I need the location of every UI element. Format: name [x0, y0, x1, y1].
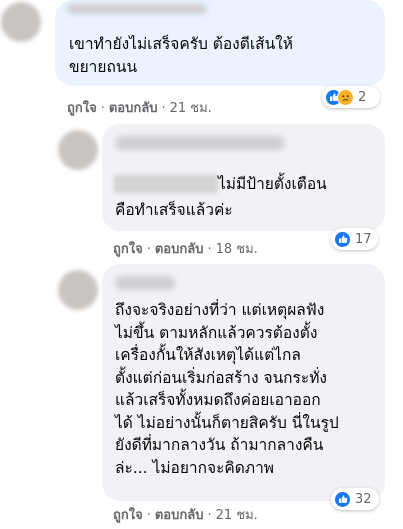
reaction-count: 2 [358, 89, 367, 105]
comment-bubble: เขาทำยังไม่เสร็จครับ ต้องตีเส้นให้ ขยายถ… [55, 0, 385, 86]
avatar[interactable] [58, 270, 98, 310]
mention-tag[interactable] [114, 175, 218, 193]
reaction-summary[interactable]: 32 [331, 488, 379, 510]
like-link[interactable]: ถูกใจ [113, 242, 143, 257]
commenter-name[interactable] [115, 136, 285, 150]
timestamp[interactable]: 21 ชม. [216, 508, 258, 523]
reply-link[interactable]: ตอบกลับ [155, 508, 204, 523]
commenter-name[interactable] [115, 276, 175, 290]
like-icon [334, 230, 351, 248]
like-link[interactable]: ถูกใจ [67, 101, 97, 116]
timestamp[interactable]: 18 ชม. [216, 242, 258, 257]
like-link[interactable]: ถูกใจ [113, 508, 143, 523]
comment-actions: ถูกใจ · ตอบกลับ · 21 ชม. [67, 101, 212, 116]
commenter-name[interactable] [67, 4, 207, 14]
reaction-summary[interactable]: 17 [331, 228, 378, 250]
avatar[interactable] [58, 130, 98, 170]
reaction-summary[interactable]: 2 [322, 86, 380, 108]
comment-text-line2: คือทำเสร็จแล้วค่ะ [115, 201, 233, 219]
reaction-count: 32 [355, 491, 372, 507]
reaction-count: 17 [355, 231, 372, 247]
comment-text: ถึงจะจริงอย่างที่ว่า แต่เหตุผลฟัง ไม่ขึ้… [115, 301, 339, 477]
comment-text: เขาทำยังไม่เสร็จครับ ต้องตีเส้นให้ ขยายถ… [69, 35, 293, 76]
comment-text: ไม่มีป้ายตั้งเตือน [218, 175, 327, 193]
reply-link[interactable]: ตอบกลับ [109, 101, 158, 116]
comment-bubble: ถึงจะจริงอย่างที่ว่า แต่เหตุผลฟัง ไม่ขึ้… [102, 264, 385, 501]
comment-bubble: ไม่มีป้ายตั้งเตือน คือทำเสร็จแล้วค่ะ [102, 124, 385, 231]
timestamp[interactable]: 21 ชม. [170, 101, 212, 116]
comment-actions: ถูกใจ · ตอบกลับ · 21 ชม. [113, 508, 258, 523]
avatar[interactable] [1, 2, 41, 42]
reply-link[interactable]: ตอบกลับ [155, 242, 204, 257]
like-icon [334, 490, 351, 508]
sad-icon [337, 88, 354, 106]
comment-actions: ถูกใจ · ตอบกลับ · 18 ชม. [113, 242, 258, 257]
